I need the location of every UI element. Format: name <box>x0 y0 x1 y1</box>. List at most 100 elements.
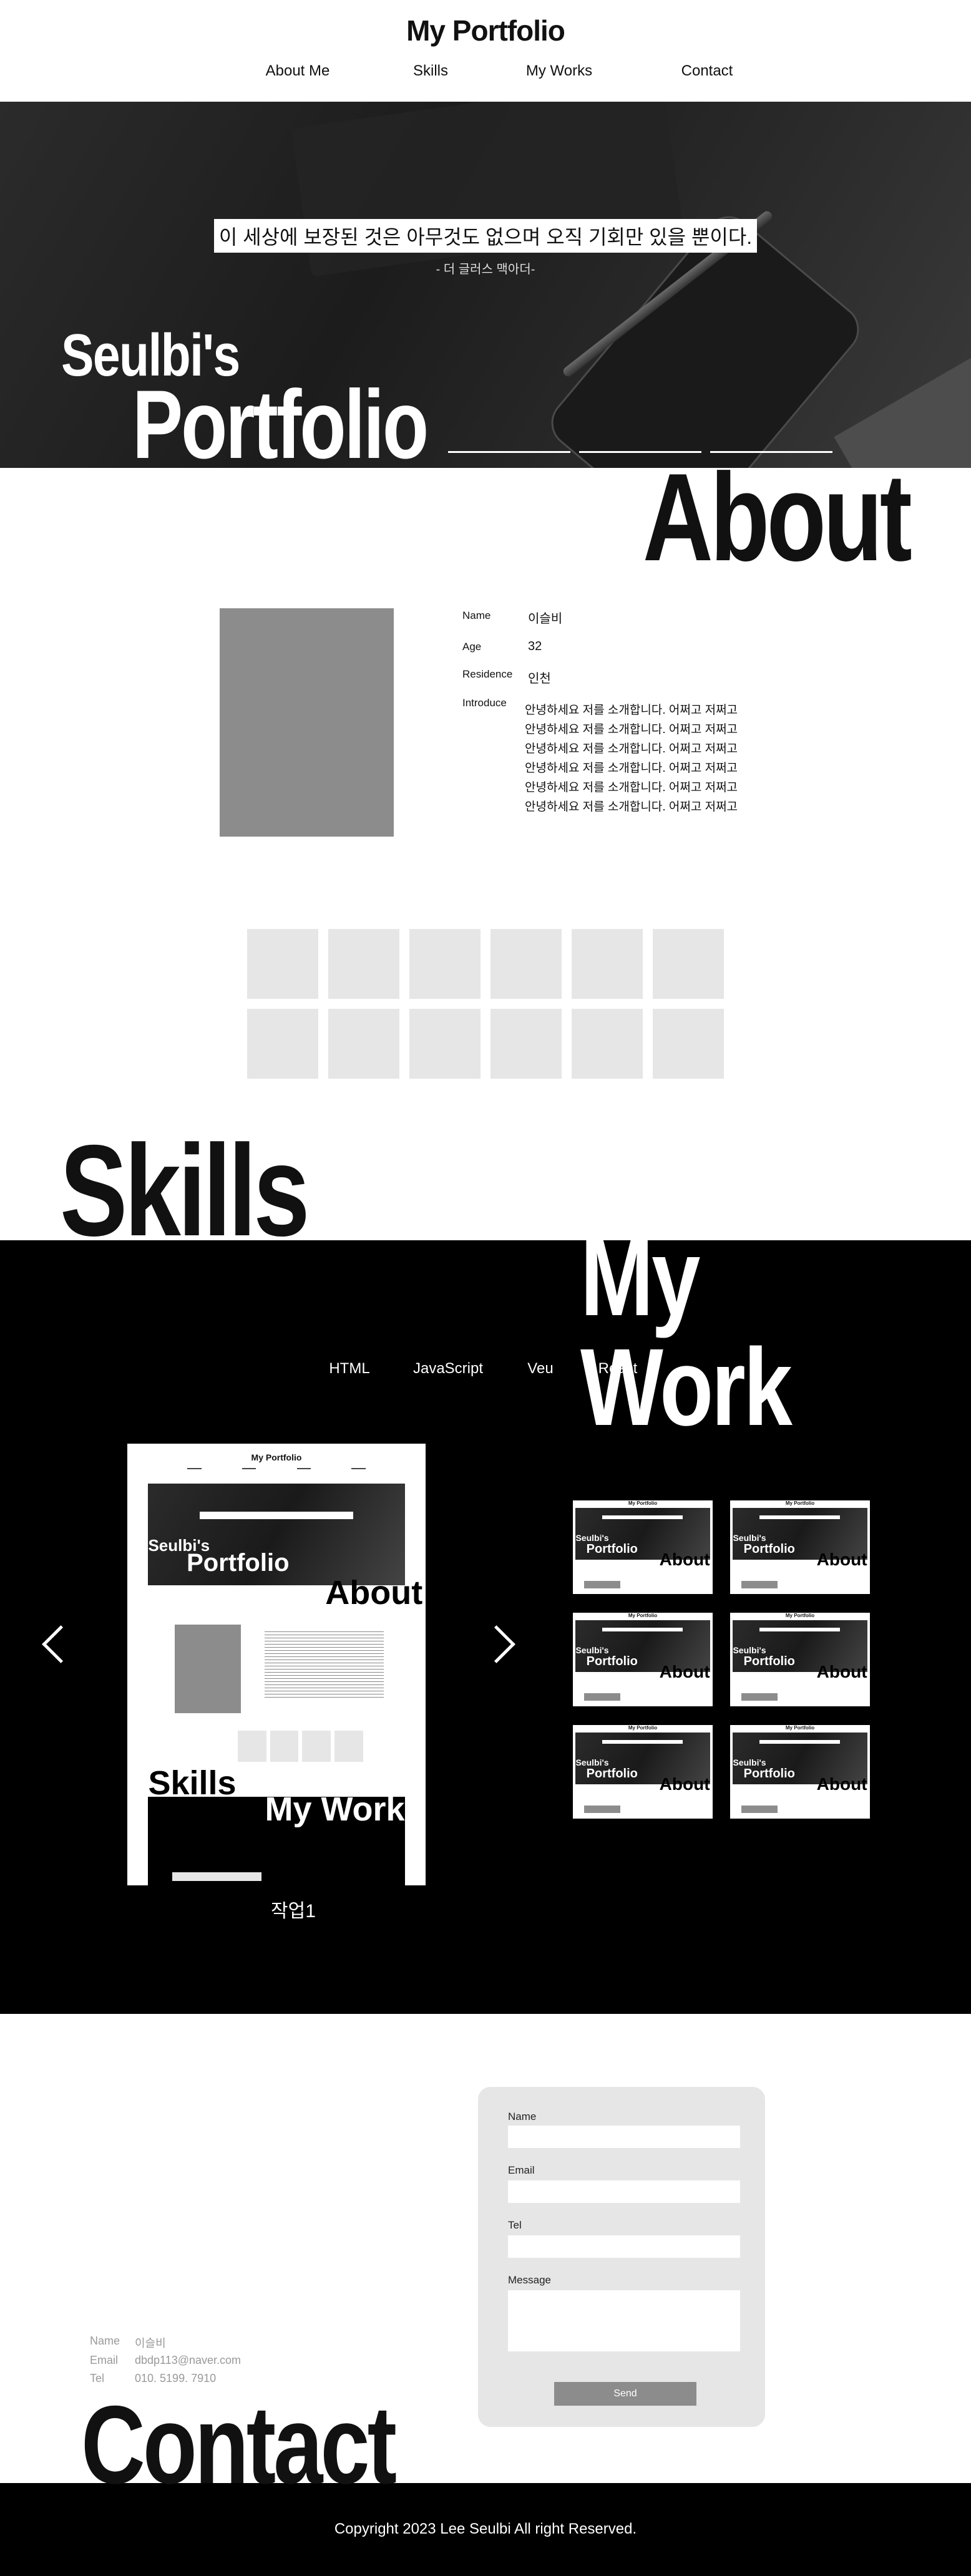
form-label-message: Message <box>508 2274 551 2286</box>
contact-info-value[interactable]: dbdp113@naver.com <box>135 2354 241 2367</box>
preview-work: My Work <box>265 1791 405 1829</box>
email-field[interactable] <box>508 2180 740 2203</box>
form-label-name: Name <box>508 2111 537 2122</box>
contact-info-label: Name <box>90 2335 120 2347</box>
info-value-name: 이슬비 <box>528 612 563 626</box>
chevron-left-icon[interactable] <box>39 1622 64 1666</box>
work-thumbnail[interactable]: Seulbi's Portfolio About My Portfolio <box>573 1725 713 1819</box>
tel-field[interactable] <box>508 2235 740 2258</box>
intro-line: 안녕하세요 저를 소개합니다. 어쩌고 저쩌고 <box>525 762 738 775</box>
preview-brand: My Portfolio <box>251 1452 302 1463</box>
send-button[interactable]: Send <box>554 2382 696 2406</box>
work-thumbnail[interactable]: Seulbi's Portfolio About My Portfolio <box>730 1500 870 1594</box>
hero-quote: 이 세상에 보장된 것은 아무것도 없으며 오직 기회만 있을 뿐이다. <box>213 219 758 253</box>
contact-form: Name Email Tel Message Send <box>478 2087 765 2427</box>
thumb-about: About <box>816 1550 867 1569</box>
chevron-right-icon[interactable] <box>487 1622 512 1666</box>
thumb-quote <box>759 1627 841 1632</box>
name-field[interactable] <box>508 2126 740 2148</box>
thumb-title-small: Seulbi's <box>575 1757 609 1767</box>
thumb-quote <box>602 1739 683 1744</box>
thumb-quote <box>759 1515 841 1520</box>
preview-quote <box>199 1512 354 1519</box>
thumb-about: About <box>816 1774 867 1794</box>
nav-works[interactable]: My Works <box>526 62 592 80</box>
thumb-title-large: Portfolio <box>586 1655 638 1669</box>
tab-html[interactable]: HTML <box>329 1360 369 1378</box>
info-introduce-text: 안녕하세요 저를 소개합니다. 어쩌고 저쩌고 안녕하세요 저를 소개합니다. … <box>525 701 738 817</box>
thumb-title-small: Seulbi's <box>575 1532 609 1543</box>
work-caption: 작업1 <box>271 1901 316 1922</box>
thumb-photo <box>583 1693 621 1701</box>
thumb-title-large: Portfolio <box>586 1542 638 1557</box>
work-title: My Work <box>580 1217 793 1449</box>
nav-skills[interactable]: Skills <box>413 62 448 80</box>
work-tabs: HTML JavaScript Veu React <box>0 1360 971 1380</box>
thumb-title-small: Seulbi's <box>733 1645 766 1655</box>
thumb-photo <box>741 1581 778 1588</box>
thumb-brand: My Portfolio <box>785 1500 815 1506</box>
thumb-title-small: Seulbi's <box>733 1757 766 1767</box>
hero-quote-author: - 더 글러스 맥아더- <box>436 263 535 276</box>
thumb-brand: My Portfolio <box>785 1613 815 1618</box>
thumb-photo <box>741 1806 778 1813</box>
skill-tile <box>247 1009 318 1079</box>
about-title: About <box>643 448 912 587</box>
skills-title: Skills <box>60 1119 310 1263</box>
preview-grid <box>237 1731 363 1762</box>
intro-line: 안녕하세요 저를 소개합니다. 어쩌고 저쩌고 <box>525 800 738 814</box>
tab-javascript[interactable]: JavaScript <box>413 1360 483 1378</box>
preview-title-large: Portfolio <box>187 1549 290 1577</box>
thumb-photo <box>741 1693 778 1701</box>
copyright-text: Copyright 2023 Lee Seulbi All right Rese… <box>334 2520 637 2537</box>
intro-line: 안녕하세요 저를 소개합니다. 어쩌고 저쩌고 <box>525 781 738 794</box>
thumb-title-large: Portfolio <box>743 1655 795 1669</box>
skill-tile <box>409 929 481 999</box>
work-thumbnail[interactable]: Seulbi's Portfolio About My Portfolio <box>573 1613 713 1706</box>
contact-title: Contact <box>81 2383 397 2507</box>
tab-veu[interactable]: Veu <box>527 1360 553 1378</box>
preview-photo <box>175 1625 241 1713</box>
thumb-photo <box>583 1806 621 1813</box>
info-value-age: 32 <box>528 639 542 653</box>
contact-info-label: Email <box>90 2354 119 2366</box>
contact-info-email: Email dbdp113@naver.com <box>90 2354 241 2367</box>
preview-text <box>264 1629 384 1700</box>
thumb-brand: My Portfolio <box>628 1725 658 1731</box>
thumb-title-small: Seulbi's <box>575 1645 609 1655</box>
work-thumbnail[interactable]: Seulbi's Portfolio About My Portfolio <box>730 1613 870 1706</box>
skills-grid <box>247 929 724 1079</box>
thumb-title-large: Portfolio <box>586 1767 638 1781</box>
skill-tile <box>490 1009 562 1079</box>
form-label-email: Email <box>508 2164 535 2176</box>
message-field[interactable] <box>508 2290 740 2351</box>
thumb-about: About <box>659 1550 710 1569</box>
hero-divider <box>448 451 570 453</box>
nav-about[interactable]: About Me <box>266 62 330 80</box>
hero-title-large: Portfolio <box>132 371 429 468</box>
contact-info-name: Name 이슬비 <box>90 2335 166 2350</box>
thumb-brand: My Portfolio <box>628 1500 658 1506</box>
work-thumbnail[interactable]: Seulbi's Portfolio About My Portfolio <box>573 1500 713 1594</box>
site-header: My Portfolio About Me Skills My Works Co… <box>0 0 971 102</box>
thumb-about: About <box>816 1662 867 1681</box>
work-thumbnail[interactable]: Seulbi's Portfolio About My Portfolio <box>730 1725 870 1819</box>
intro-line: 안녕하세요 저를 소개합니다. 어쩌고 저쩌고 <box>525 742 738 756</box>
preview-nav <box>187 1467 366 1469</box>
nav-contact[interactable]: Contact <box>681 62 733 80</box>
work-preview[interactable]: My Portfolio Seulbi's Portfolio About Sk… <box>127 1444 426 1885</box>
skill-tile <box>328 929 399 999</box>
info-label-name: Name <box>462 610 491 621</box>
skill-tile <box>653 929 724 999</box>
info-value-residence: 인천 <box>528 672 551 686</box>
site-logo[interactable]: My Portfolio <box>0 14 971 47</box>
thumb-quote <box>602 1627 683 1632</box>
hero-section: 이 세상에 보장된 것은 아무것도 없으며 오직 기회만 있을 뿐이다. - 더… <box>0 102 971 468</box>
skill-tile <box>572 1009 643 1079</box>
skill-tile <box>409 1009 481 1079</box>
thumb-quote <box>759 1739 841 1744</box>
skill-tile <box>653 1009 724 1079</box>
profile-photo <box>220 608 394 837</box>
intro-line: 안녕하세요 저를 소개합니다. 어쩌고 저쩌고 <box>525 723 738 736</box>
tab-react[interactable]: React <box>598 1360 638 1378</box>
